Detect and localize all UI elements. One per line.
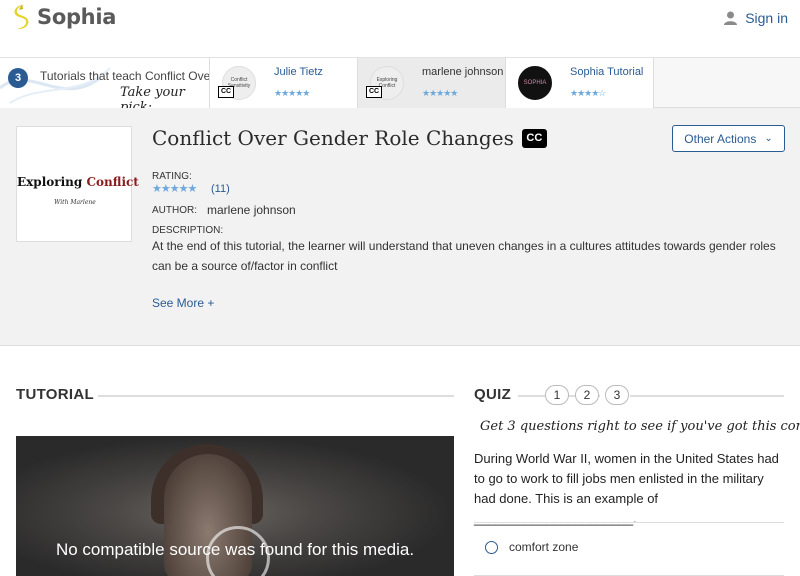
answer-option-label: comfort zone [509, 540, 579, 554]
site-header: Sophia Sign in [0, 0, 800, 58]
user-icon [724, 11, 738, 25]
radio-button[interactable] [485, 541, 498, 554]
sophia-logo-icon [14, 4, 29, 30]
quiz-heading: QUIZ [474, 386, 512, 403]
author-value: marlene johnson [207, 203, 296, 217]
tutorial-heading: TUTORIAL [16, 386, 94, 403]
tutorial-picker-strip: 3 Tutorials that teach Conflict Over Gen… [0, 58, 800, 108]
video-player[interactable]: No compatible source was found for this … [16, 436, 454, 576]
tutorial-author-name: marlene johnson [422, 66, 504, 78]
quiz-tagline: Get 3 questions right to see if you've g… [480, 419, 800, 434]
cover-subtitle: With Marlene [54, 199, 96, 206]
tutorial-count-badge: 3 [8, 68, 28, 88]
take-your-pick-label: Take your pick: [120, 85, 185, 108]
section-divider [98, 395, 454, 397]
quiz-question-text: During World War II, women in the United… [474, 451, 779, 526]
answer-option[interactable]: comfort zone [474, 522, 784, 576]
rating-stars-icon: ★★★★☆ [570, 88, 606, 98]
closed-captions-icon: CC [521, 128, 547, 148]
tutorial-card-marlene-johnson[interactable]: Exploring Conflict CC marlene johnson ★★… [358, 58, 506, 108]
logo-text: Sophia [37, 5, 117, 29]
other-actions-button[interactable]: Other Actions ⌄ [672, 125, 785, 152]
description-text: At the end of this tutorial, the learner… [152, 239, 776, 273]
quiz-question-3-button[interactable]: 3 [605, 385, 629, 405]
rating-label: RATING: [152, 171, 192, 182]
rating-stars-icon: ★★★★★ [274, 88, 310, 98]
video-error-message: No compatible source was found for this … [55, 540, 415, 559]
page-title: Conflict Over Gender Role Changes CC [152, 126, 547, 150]
tutorial-picker-intro: 3 Tutorials that teach Conflict Over Gen… [0, 58, 210, 108]
quiz-question-1-button[interactable]: 1 [545, 385, 569, 405]
tutorial-thumbnail: SOPHIA [518, 66, 552, 100]
signin-label: Sign in [745, 10, 788, 26]
rating-count[interactable]: (11) [211, 183, 230, 195]
tutorial-picker-title: Tutorials that teach Conflict Over Gende… [40, 69, 210, 83]
tutorial-detail-section: Exploring Conflict With Marlene Conflict… [0, 108, 800, 346]
cover-title: Exploring Conflict [17, 175, 139, 189]
tutorial-author-name: Sophia Tutorial [570, 66, 644, 78]
tutorial-cover-image: Exploring Conflict With Marlene [16, 126, 139, 242]
chevron-down-icon: ⌄ [764, 133, 773, 144]
tutorial-author-name: Julie Tietz [274, 66, 323, 78]
description-label: DESCRIPTION: [152, 225, 224, 236]
closed-captions-icon: CC [218, 86, 234, 98]
section-divider [630, 395, 784, 397]
tutorial-card-sophia-tutorial[interactable]: SOPHIA Sophia Tutorial ★★★★☆ [506, 58, 654, 108]
closed-captions-icon: CC [366, 86, 382, 98]
tutorial-card-julie-tietz[interactable]: Conflict Sensitivity CC Julie Tietz ★★★★… [210, 58, 358, 108]
signin-link[interactable]: Sign in [724, 10, 788, 26]
see-more-link[interactable]: See More + [152, 296, 214, 310]
quiz-question-2-button[interactable]: 2 [575, 385, 599, 405]
author-label: AUTHOR: [152, 205, 197, 216]
rating-stars-icon: ★★★★★ [152, 183, 197, 195]
sophia-logo[interactable]: Sophia [10, 4, 116, 30]
rating-stars-icon: ★★★★★ [422, 88, 458, 98]
